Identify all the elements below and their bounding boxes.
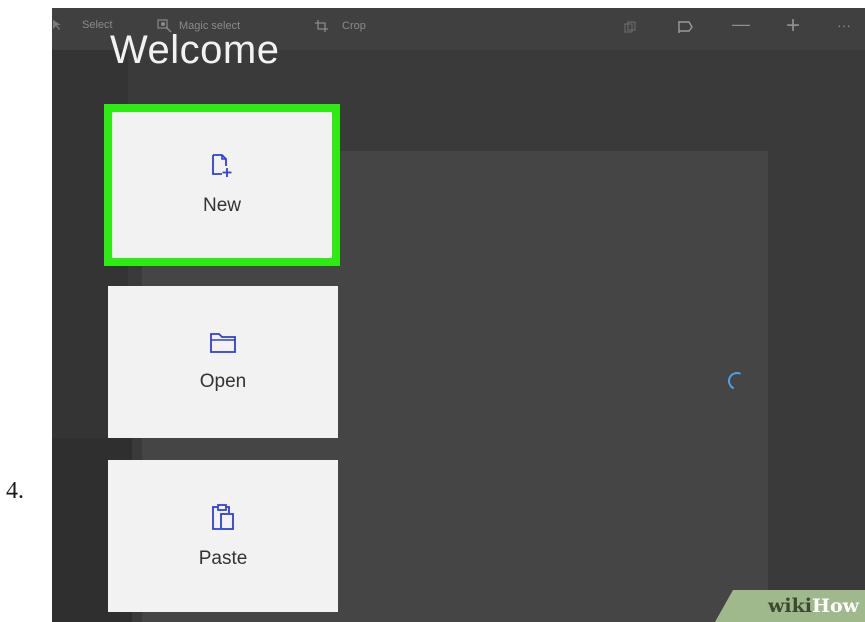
crop-icon (314, 19, 330, 33)
watermark-how: How (812, 595, 859, 617)
more-icon[interactable]: ··· (837, 17, 851, 33)
crop-tool[interactable]: Crop (314, 19, 366, 33)
page: 4. Select Magic select Crop — + ··· Welc… (0, 0, 865, 622)
paste-tile[interactable]: Paste (108, 460, 338, 612)
folder-icon (209, 331, 237, 361)
select-arrow-icon (52, 19, 62, 31)
plus-icon[interactable]: + (786, 12, 800, 40)
welcome-title: Welcome (110, 28, 280, 72)
paste-tile-label: Paste (198, 548, 248, 569)
minus-icon[interactable]: — (732, 14, 750, 35)
new-tile-label: New (202, 195, 241, 216)
flag-icon[interactable] (677, 19, 693, 38)
select-label: Select (82, 19, 113, 31)
open-tile-label: Open (199, 371, 247, 392)
select-tool[interactable]: Select (52, 19, 113, 31)
clipboard-icon (211, 502, 235, 538)
crop-label: Crop (342, 20, 366, 32)
copy-icon[interactable] (624, 21, 636, 36)
open-tile[interactable]: Open (108, 286, 338, 438)
new-document-icon (211, 153, 233, 185)
new-tile[interactable]: New (104, 104, 340, 266)
step-number: 4. (6, 478, 24, 504)
app-screenshot: Select Magic select Crop — + ··· Welcome… (52, 8, 865, 622)
wikihow-watermark: wiki How (715, 590, 865, 622)
watermark-wiki: wiki (768, 595, 813, 617)
